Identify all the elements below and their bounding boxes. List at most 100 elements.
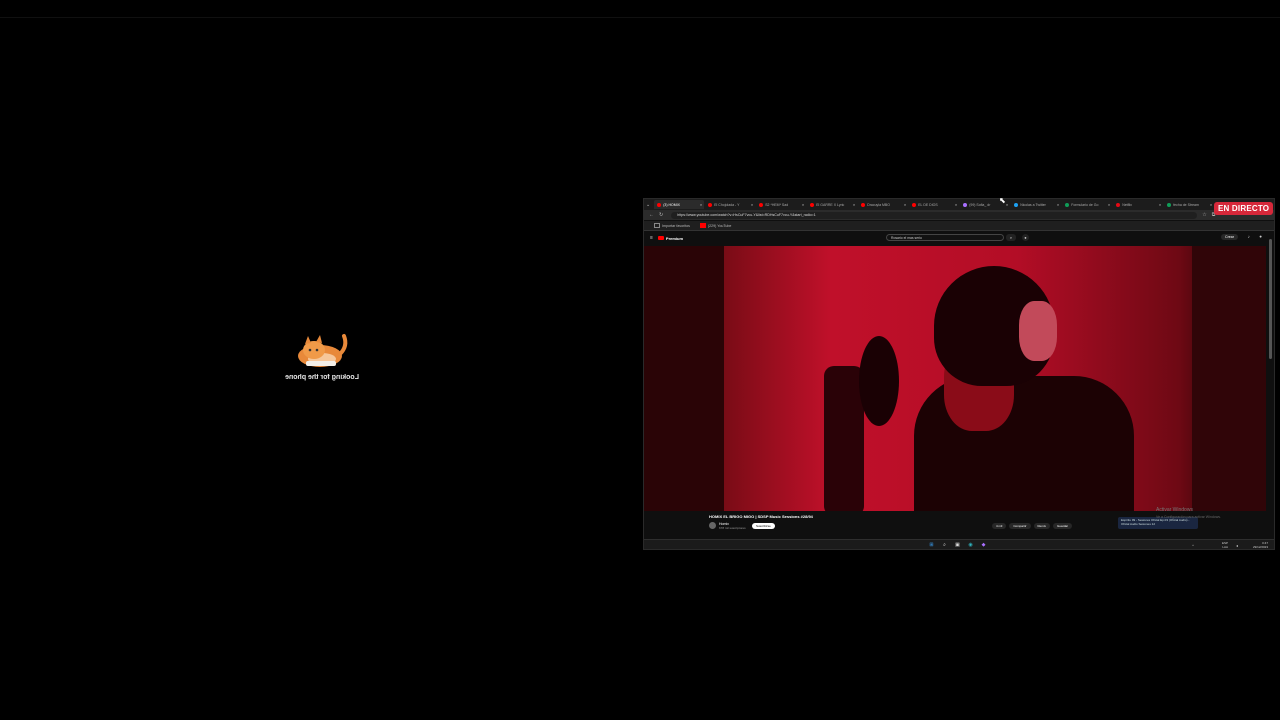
close-icon[interactable]: × xyxy=(1057,202,1059,207)
close-icon[interactable]: × xyxy=(955,202,957,207)
top-divider xyxy=(0,17,1280,18)
region-code: LAA xyxy=(1222,545,1228,549)
bookmark-label: Importar favoritos xyxy=(662,223,690,228)
subscribe-button[interactable]: Suscribirse xyxy=(752,523,775,529)
twitch-icon[interactable]: ◆ xyxy=(980,542,987,549)
twitter-icon xyxy=(1014,202,1019,207)
youtube-icon xyxy=(657,202,662,207)
reload-icon[interactable]: ↻ xyxy=(659,212,663,218)
browser-tab[interactable]: El GARRE X Lyric × xyxy=(807,200,857,209)
video-frame-popfilter xyxy=(859,336,899,426)
back-icon[interactable]: ← xyxy=(649,212,654,218)
bookmark-label: (229) YouTube xyxy=(707,223,732,228)
bookmark-item[interactable]: (229) YouTube xyxy=(699,223,732,228)
tab-label: Formulario de Go xyxy=(1071,202,1099,207)
start-icon[interactable]: ⊞ xyxy=(928,542,935,549)
taskbar-icons: ⊞ ⌕ ▣ ◉ ◆ xyxy=(928,542,987,549)
browser-tab[interactable]: El Chojolada - Y × xyxy=(705,200,755,209)
tab-label: (99) Sofia_ dr xyxy=(969,202,991,207)
bookmark-item[interactable]: Importar favoritos xyxy=(654,223,690,228)
overlay-caption: Looking for the phone xyxy=(285,374,359,381)
clock[interactable]: 0:47 29/12/2023 xyxy=(1253,541,1268,549)
video-frame-headphones xyxy=(1019,301,1057,361)
close-icon[interactable]: × xyxy=(700,202,702,207)
close-icon[interactable]: × xyxy=(1159,202,1161,207)
url-field[interactable]: https://www.youtube.com/watch?v=HsCuF7vc… xyxy=(671,211,1198,219)
save-button[interactable]: Guardar xyxy=(1053,523,1073,529)
tab-label: (3) HOMIX xyxy=(663,202,680,207)
language-indicator[interactable]: ESP LAA xyxy=(1222,541,1228,549)
edge-icon[interactable]: ◉ xyxy=(967,542,974,549)
tab-label: fecha de Stream xyxy=(1173,202,1199,207)
cat-icon xyxy=(292,328,352,370)
volume-icon[interactable]: ◂ xyxy=(1236,543,1238,548)
twitch-icon xyxy=(963,202,968,207)
browser-tab[interactable]: Nicolas a Twitter × xyxy=(1011,200,1061,209)
browser-tab[interactable]: Formulario de Go × xyxy=(1062,200,1112,209)
like-button[interactable]: 4 mil xyxy=(992,523,1007,529)
browser-tab[interactable]: S2 *HEM* Sad × xyxy=(756,200,806,209)
remix-button[interactable]: Remix xyxy=(1033,523,1051,529)
youtube-icon xyxy=(699,223,706,228)
video-actions: 4 mil Compartir Remix Guardar xyxy=(992,523,1073,529)
subscriber-count: 678 mil suscriptores xyxy=(719,526,746,530)
close-icon[interactable]: × xyxy=(802,202,804,207)
chevron-up-icon[interactable]: ^ xyxy=(1192,543,1194,548)
address-bar: ← ↻ https://www.youtube.com/watch?v=HsCu… xyxy=(644,210,1274,220)
close-icon[interactable]: × xyxy=(1210,202,1212,207)
sheets-icon xyxy=(1167,202,1172,207)
bookmarks-bar: Importar favoritos (229) YouTube xyxy=(644,221,1274,231)
tab-list-icon[interactable]: ⌄ xyxy=(646,202,650,208)
tab-bar: ⌄ (3) HOMIX × El Chojolada - Y × S2 *HEM… xyxy=(644,199,1274,210)
search-input[interactable]: Rosario el mas serio xyxy=(886,234,1004,241)
create-button[interactable]: Crear xyxy=(1221,234,1238,240)
search-icon[interactable]: ⌕ xyxy=(1006,234,1016,241)
youtube-icon xyxy=(708,202,713,207)
channel-avatar[interactable] xyxy=(709,522,716,529)
video-letterbox-left xyxy=(644,246,724,511)
youtube-header: ≡ Premium Rosario el mas serio ⌕ ● Crear… xyxy=(644,231,1274,245)
youtube-icon xyxy=(861,202,866,207)
video-frame-microphone xyxy=(824,366,864,511)
close-icon[interactable]: × xyxy=(904,202,906,207)
browser-tab[interactable]: (3) HOMIX × xyxy=(654,200,705,209)
clock-date: 29/12/2023 xyxy=(1252,545,1268,549)
browser-tab[interactable]: fecha de Stream × xyxy=(1164,200,1214,209)
browser-tab[interactable]: EL DE DIOS × xyxy=(909,200,959,209)
bell-icon[interactable]: ♪ xyxy=(1248,234,1250,239)
search-icon[interactable]: ⌕ xyxy=(941,542,948,549)
close-icon[interactable]: × xyxy=(1006,202,1008,207)
windows-watermark-subtitle: Ve a Configuración para activar Windows. xyxy=(1156,515,1221,519)
scrollbar[interactable] xyxy=(1269,239,1272,359)
browser-tab[interactable]: Dracuyla MBO × xyxy=(858,200,908,209)
widgets-icon[interactable]: ▣ xyxy=(954,542,961,549)
share-button[interactable]: Compartir xyxy=(1009,523,1031,529)
tab-label: El GARRE X Lyric xyxy=(816,202,845,207)
star-icon[interactable]: ☆ xyxy=(1202,212,1206,218)
shared-screen: ⌄ (3) HOMIX × El Chojolada - Y × S2 *HEM… xyxy=(643,198,1275,550)
browser-tab[interactable]: Netflix × xyxy=(1113,200,1163,209)
phone-search-overlay: Looking for the phone xyxy=(280,328,364,381)
youtube-icon xyxy=(810,202,815,207)
youtube-icon xyxy=(759,202,764,207)
tab-label: Nicolas a Twitter xyxy=(1020,202,1046,207)
tab-label: El Chojolada - Y xyxy=(714,202,740,207)
folder-icon xyxy=(654,223,660,228)
menu-icon[interactable]: ≡ xyxy=(650,235,653,241)
forms-icon xyxy=(1065,202,1070,207)
tab-label: EL DE DIOS xyxy=(918,202,938,207)
windows-watermark-title: Activar Windows xyxy=(1156,507,1193,513)
avatar[interactable]: ● xyxy=(1259,234,1262,239)
youtube-logo[interactable]: Premium xyxy=(657,235,684,241)
close-icon[interactable]: × xyxy=(853,202,855,207)
video-letterbox-right xyxy=(1192,246,1266,511)
close-icon[interactable]: × xyxy=(751,202,753,207)
netflix-icon xyxy=(1116,202,1121,207)
mic-icon[interactable]: ● xyxy=(1022,234,1029,241)
close-icon[interactable]: × xyxy=(1108,202,1110,207)
youtube-icon xyxy=(657,236,664,240)
video-player[interactable] xyxy=(644,246,1266,511)
tab-label: S2 *HEM* Sad xyxy=(765,202,789,207)
youtube-icon xyxy=(912,202,917,207)
logo-label: Premium xyxy=(665,235,684,241)
